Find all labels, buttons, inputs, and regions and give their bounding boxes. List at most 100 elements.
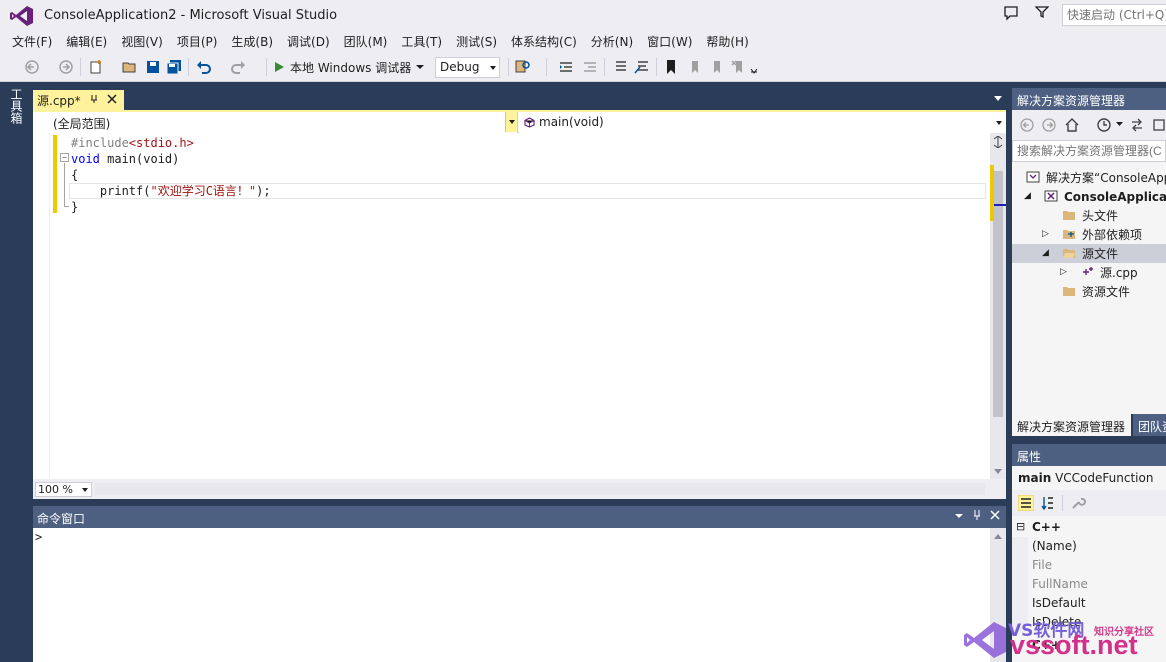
pin-icon[interactable] [972,509,982,521]
forward-icon[interactable] [58,59,74,75]
redo-icon[interactable] [230,59,246,75]
indent-icon[interactable] [558,59,574,75]
back-icon[interactable] [1020,118,1034,132]
history-icon[interactable] [1096,117,1112,133]
scroll-down-icon[interactable] [994,469,1002,474]
command-window-title: 命令窗口 [37,512,86,526]
menu-tools[interactable]: 工具(T) [394,32,449,52]
forward-icon[interactable] [1042,118,1056,132]
tree-item-project[interactable]: ◢ ConsoleApplication2 [1012,187,1166,206]
clear-bookmarks-icon[interactable] [730,59,746,75]
home-icon[interactable] [1064,117,1080,133]
solution-tree: 解决方案“ConsoleApplication2”(1 个项目) ◢ Conso… [1012,164,1166,414]
filter-icon[interactable] [1035,5,1049,19]
start-debugging-button[interactable]: 本地 Windows 调试器 [273,57,425,77]
chevron-down-icon[interactable] [416,64,425,70]
collapsed-arrow-icon[interactable]: ▷ [1060,268,1068,277]
member-value: main(void) [539,115,604,129]
menu-debug[interactable]: 调试(D) [280,32,337,52]
bookmark-icon[interactable] [664,59,678,75]
collapsed-arrow-icon[interactable]: ▷ [1042,230,1050,239]
menu-architecture[interactable]: 体系结构(C) [504,32,584,52]
collapse-all-icon[interactable] [1152,117,1166,133]
chevron-down-icon[interactable] [994,96,1002,101]
menu-analyze[interactable]: 分析(N) [584,32,640,52]
toolbox-strip: 工具箱 [0,82,32,662]
previous-bookmark-icon[interactable] [686,59,702,75]
property-row[interactable]: FullName [1012,575,1166,594]
code-editor[interactable]: − #include<stdio.h> void main(void) { pr… [33,133,990,479]
tree-item-resource-files[interactable]: 资源文件 [1012,282,1166,301]
properties-object-selector[interactable]: main VCCodeFunction [1012,466,1166,490]
sync-icon[interactable] [1130,117,1144,133]
alphabetical-icon[interactable] [1040,495,1056,511]
menu-build[interactable]: 生成(B) [224,32,280,52]
next-bookmark-icon[interactable] [708,59,724,75]
member-dropdown[interactable]: main(void) [519,112,1006,133]
zoom-dropdown[interactable]: 100 % [35,482,92,497]
property-category-cpp[interactable]: ⊟ C++ [1012,518,1166,537]
tree-item-source-files[interactable]: ◢ 源文件 [1012,244,1166,263]
scroll-up-icon[interactable] [994,534,1002,539]
chevron-down-icon[interactable] [505,112,517,132]
menu-team[interactable]: 团队(M) [337,32,395,52]
editor-horizontal-scrollbar[interactable] [95,483,985,495]
command-window-body[interactable]: > [33,528,1006,662]
back-icon[interactable] [24,59,40,75]
quick-launch-input[interactable] [1062,4,1166,26]
open-file-icon[interactable] [122,59,138,75]
pin-icon[interactable] [89,94,99,104]
document-tab-source[interactable]: 源.cpp* [33,90,124,110]
undo-icon[interactable] [196,59,212,75]
command-window: 命令窗口 > [33,506,1006,662]
tree-item-external-dependencies[interactable]: ▷ 外部依赖项 [1012,225,1166,244]
tab-team-explorer[interactable]: 团队资源管理器 [1133,414,1166,436]
property-grip [1012,575,1028,594]
scope-dropdown[interactable]: (全局范围) [33,112,518,133]
property-row[interactable]: File [1012,556,1166,575]
notification-icon[interactable] [1003,5,1019,21]
tab-solution-explorer[interactable]: 解决方案资源管理器 [1012,414,1131,436]
collapse-category-icon[interactable]: ⊟ [1016,520,1025,533]
property-row[interactable]: (Name) [1012,537,1166,556]
uncomment-icon[interactable] [634,59,650,75]
collapse-outline-icon[interactable]: − [60,153,69,162]
close-icon[interactable] [990,509,1000,521]
categorized-icon[interactable] [1018,495,1034,511]
find-in-files-icon[interactable] [514,59,532,75]
menu-project[interactable]: 项目(P) [170,32,225,52]
save-icon[interactable] [146,59,160,75]
solution-explorer-header: 解决方案资源管理器 [1012,88,1166,110]
solution-configuration-select[interactable]: Debug [435,57,500,78]
unsaved-change-indicator [53,135,57,213]
menu-help[interactable]: 帮助(H) [699,32,755,52]
chevron-down-icon[interactable] [954,509,964,521]
menu-test[interactable]: 测试(S) [449,32,504,52]
close-icon[interactable] [107,94,117,104]
menu-window[interactable]: 窗口(W) [640,32,699,52]
comment-icon[interactable] [612,59,628,75]
tree-item-solution[interactable]: 解决方案“ConsoleApplication2”(1 个项目) [1012,168,1166,187]
chevron-down-icon [996,121,1002,125]
solution-explorer: 解决方案资源管理器 解决方案“ConsoleApplication2”(1 个项… [1012,88,1166,436]
play-icon [275,62,284,72]
save-all-icon[interactable] [166,59,182,75]
menu-file[interactable]: 文件(F) [5,32,59,52]
menu-edit[interactable]: 编辑(E) [59,32,114,52]
split-window-icon[interactable] [992,136,1004,148]
solution-explorer-search-input[interactable] [1012,140,1166,162]
tree-item-source-cpp[interactable]: ▷ 源.cpp [1012,263,1166,282]
tree-item-header-files[interactable]: 头文件 [1012,206,1166,225]
expanded-arrow-icon[interactable]: ◢ [1042,249,1050,258]
wrench-icon[interactable] [1070,495,1086,511]
new-project-icon[interactable] [88,59,104,75]
toolbox-tab[interactable]: 工具箱 [7,88,25,128]
chevron-down-icon[interactable] [1116,122,1123,127]
scrollbar-thumb[interactable] [993,171,1003,417]
menu-view[interactable]: 视图(V) [114,32,170,52]
outdent-icon[interactable] [582,59,598,75]
toolbar-overflow-icon[interactable] [750,59,758,75]
expanded-arrow-icon[interactable]: ◢ [1024,192,1032,201]
tree-item-label: 源文件 [1082,247,1119,261]
property-row[interactable]: IsDefault [1012,594,1166,613]
